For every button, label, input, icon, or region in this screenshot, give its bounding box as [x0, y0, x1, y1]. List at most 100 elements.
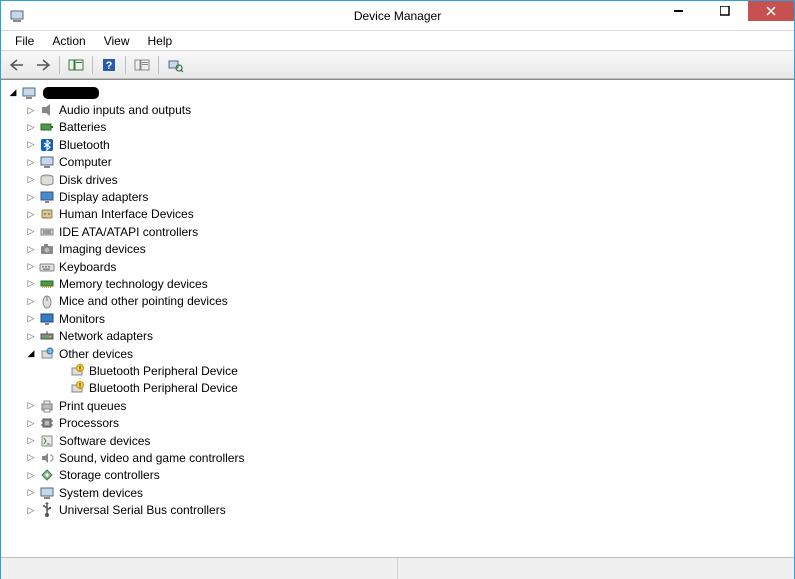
tree-node-label: Disk drives — [59, 173, 118, 187]
status-cell — [1, 558, 398, 579]
expander-closed-icon[interactable]: ▷ — [25, 295, 37, 307]
tree-node[interactable]: ▷ Bluetooth — [3, 136, 792, 153]
forward-button[interactable] — [31, 54, 55, 76]
unknown-icon: ! — [69, 363, 85, 379]
expander-closed-icon[interactable]: ▷ — [25, 469, 37, 481]
system-icon — [39, 485, 55, 501]
network-icon — [39, 328, 55, 344]
tree-node[interactable]: ▷ Network adapters — [3, 327, 792, 344]
expander-closed-icon[interactable]: ▷ — [25, 243, 37, 255]
tree-node[interactable]: ▷ Audio inputs and outputs — [3, 101, 792, 118]
ide-icon — [39, 224, 55, 240]
tree-node[interactable]: ▷ Sound, video and game controllers — [3, 449, 792, 466]
menu-action[interactable]: Action — [44, 32, 93, 50]
sound-icon — [39, 450, 55, 466]
expander-open-icon[interactable]: ◢ — [7, 87, 19, 99]
menu-view[interactable]: View — [96, 32, 138, 50]
tree-node[interactable]: ▷ Processors — [3, 414, 792, 431]
expander-closed-icon[interactable]: ▷ — [25, 191, 37, 203]
tree-node[interactable]: ▷ Software devices — [3, 432, 792, 449]
close-button[interactable] — [748, 1, 794, 21]
tree-child-node[interactable]: ! Bluetooth Peripheral Device — [3, 380, 792, 397]
toolbar-separator — [92, 56, 93, 74]
audio-icon — [39, 102, 55, 118]
tree-root[interactable]: ◢ — [3, 84, 792, 101]
minimize-button[interactable] — [656, 1, 702, 21]
expander-open-icon[interactable]: ◢ — [25, 348, 37, 360]
window-title: Device Manager — [354, 9, 441, 23]
tree-node-label: Bluetooth — [59, 138, 110, 152]
menu-help[interactable]: Help — [140, 32, 181, 50]
expander-closed-icon[interactable]: ▷ — [25, 417, 37, 429]
tree-node-label: Memory technology devices — [59, 277, 208, 291]
status-cell — [398, 558, 794, 579]
expander-closed-icon[interactable]: ▷ — [25, 435, 37, 447]
tree-node[interactable]: ▷ Memory technology devices — [3, 275, 792, 292]
tree-node[interactable]: ▷ Human Interface Devices — [3, 206, 792, 223]
expander-closed-icon[interactable]: ▷ — [25, 400, 37, 412]
device-tree[interactable]: ◢ ▷ Audio inputs and outputs ▷ Batteries… — [1, 79, 794, 557]
tree-node[interactable]: ◢ i Other devices — [3, 345, 792, 362]
svg-text:?: ? — [106, 60, 113, 72]
tree-node[interactable]: ▷ Storage controllers — [3, 467, 792, 484]
printer-icon — [39, 398, 55, 414]
back-button[interactable] — [5, 54, 29, 76]
tree-node[interactable]: ▷ System devices — [3, 484, 792, 501]
tree-node[interactable]: ▷ Imaging devices — [3, 241, 792, 258]
expander-closed-icon[interactable]: ▷ — [25, 104, 37, 116]
menu-file[interactable]: File — [7, 32, 42, 50]
help-button[interactable]: ? — [97, 54, 121, 76]
tree-node-label: Sound, video and game controllers — [59, 451, 244, 465]
tree-node-label: Universal Serial Bus controllers — [59, 503, 226, 517]
expander-closed-icon[interactable]: ▷ — [25, 313, 37, 325]
display-icon — [39, 189, 55, 205]
tree-node-label: Software devices — [59, 434, 150, 448]
expander-closed-icon[interactable]: ▷ — [25, 487, 37, 499]
usb-icon — [39, 502, 55, 518]
expander-closed-icon[interactable]: ▷ — [25, 226, 37, 238]
cpu-icon — [39, 415, 55, 431]
memory-icon — [39, 276, 55, 292]
expander-closed-icon[interactable]: ▷ — [25, 156, 37, 168]
expander-closed-icon[interactable]: ▷ — [25, 278, 37, 290]
monitor-icon — [39, 311, 55, 327]
toolbar-separator — [125, 56, 126, 74]
battery-icon — [39, 119, 55, 135]
tree-node[interactable]: ▷ Computer — [3, 154, 792, 171]
statusbar — [1, 557, 794, 579]
expander-none — [55, 382, 67, 394]
tree-node-label: Mice and other pointing devices — [59, 294, 228, 308]
window-controls — [656, 1, 794, 30]
svg-text:!: ! — [79, 366, 81, 372]
expander-closed-icon[interactable]: ▷ — [25, 139, 37, 151]
show-hide-console-button[interactable] — [64, 54, 88, 76]
expander-closed-icon[interactable]: ▷ — [25, 261, 37, 273]
tree-node-label: Monitors — [59, 312, 105, 326]
tree-node[interactable]: ▷ Display adapters — [3, 188, 792, 205]
tree-node[interactable]: ▷ Universal Serial Bus controllers — [3, 501, 792, 518]
imaging-icon — [39, 241, 55, 257]
expander-closed-icon[interactable]: ▷ — [25, 208, 37, 220]
tree-node[interactable]: ▷ Disk drives — [3, 171, 792, 188]
tree-node[interactable]: ▷ Batteries — [3, 119, 792, 136]
tree-node-label: Storage controllers — [59, 468, 160, 482]
tree-node-label: System devices — [59, 486, 143, 500]
disk-icon — [39, 172, 55, 188]
scan-hardware-button[interactable] — [163, 54, 187, 76]
expander-closed-icon[interactable]: ▷ — [25, 330, 37, 342]
tree-child-node[interactable]: ! Bluetooth Peripheral Device — [3, 362, 792, 379]
tree-node[interactable]: ▷ IDE ATA/ATAPI controllers — [3, 223, 792, 240]
tree-node-label: Keyboards — [59, 260, 116, 274]
properties-button[interactable] — [130, 54, 154, 76]
tree-node[interactable]: ▷ Keyboards — [3, 258, 792, 275]
expander-closed-icon[interactable]: ▷ — [25, 174, 37, 186]
expander-closed-icon[interactable]: ▷ — [25, 504, 37, 516]
maximize-button[interactable] — [702, 1, 748, 21]
keyboard-icon — [39, 259, 55, 275]
tree-node[interactable]: ▷ Mice and other pointing devices — [3, 293, 792, 310]
tree-node[interactable]: ▷ Print queues — [3, 397, 792, 414]
unknown-icon: ! — [69, 380, 85, 396]
tree-node[interactable]: ▷ Monitors — [3, 310, 792, 327]
expander-closed-icon[interactable]: ▷ — [25, 452, 37, 464]
expander-closed-icon[interactable]: ▷ — [25, 121, 37, 133]
